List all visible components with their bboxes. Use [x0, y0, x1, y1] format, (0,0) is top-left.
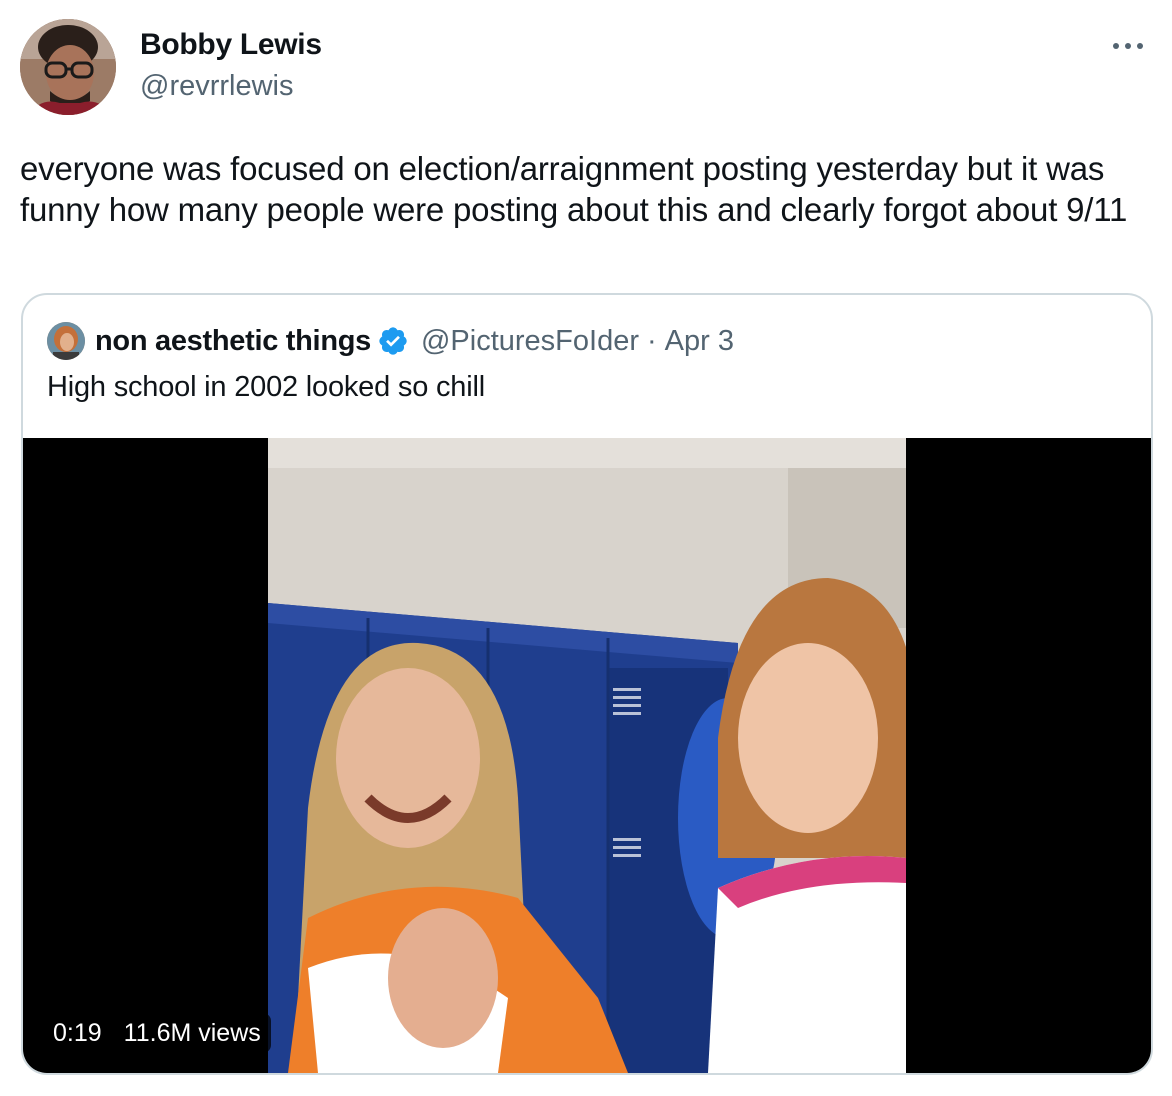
video-info-overlay: 0:19 11.6M views	[43, 1013, 271, 1053]
quoted-tweet-card[interactable]: non aesthetic things @PicturesFoIder · A…	[21, 293, 1153, 1075]
quoted-tweet-text: High school in 2002 looked so chill	[47, 371, 485, 403]
quoted-author-name[interactable]: non aesthetic things	[95, 325, 371, 358]
quoted-tweet-header: non aesthetic things @PicturesFoIder · A…	[47, 321, 734, 361]
quoted-author-handle[interactable]: @PicturesFoIder	[421, 325, 639, 358]
video-duration: 0:19	[53, 1018, 102, 1047]
quoted-tweet-date[interactable]: Apr 3	[665, 325, 734, 358]
quoted-author-avatar[interactable]	[47, 322, 85, 360]
tweet-text: everyone was focused on election/arraign…	[20, 150, 1128, 228]
author-avatar[interactable]	[20, 19, 116, 115]
video-player[interactable]: 0:19 11.6M views	[23, 438, 1151, 1073]
author-name[interactable]: Bobby Lewis	[140, 28, 322, 62]
more-options-button[interactable]	[1106, 28, 1150, 64]
header-separator: ·	[647, 324, 657, 357]
author-avatar-image	[20, 19, 116, 115]
quoted-avatar-image	[47, 322, 85, 360]
ellipsis-icon	[1113, 43, 1143, 49]
verified-badge-icon	[379, 327, 407, 355]
video-views: 11.6M views	[123, 1018, 261, 1047]
video-thumbnail	[268, 438, 906, 1073]
author-handle[interactable]: @revrrlewis	[140, 70, 294, 103]
